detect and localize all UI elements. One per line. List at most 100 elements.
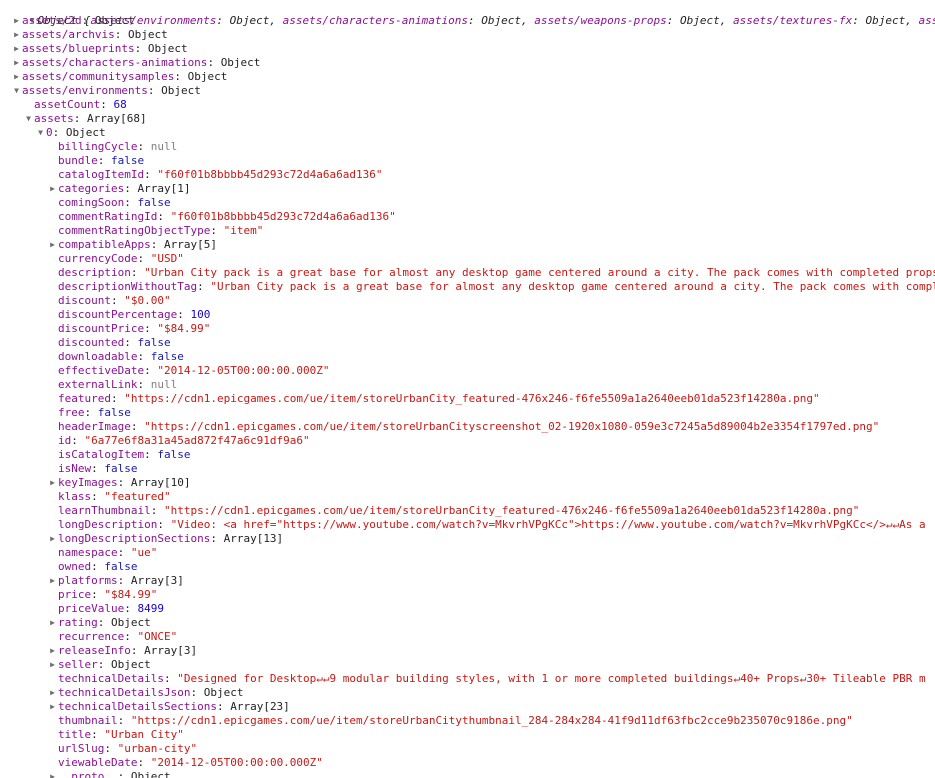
property-key: isCatalogItem bbox=[58, 448, 145, 461]
key-value-separator: : bbox=[97, 658, 111, 671]
property-key: recurrence bbox=[58, 630, 125, 643]
collapse-triangle-icon[interactable]: ▶ bbox=[47, 700, 58, 714]
property-value: Object bbox=[65, 126, 106, 139]
expand-triangle-icon[interactable]: ▼ bbox=[35, 126, 46, 140]
property-value: Object bbox=[161, 84, 201, 97]
property-row[interactable]: ▶ assets/communitysamples: Object bbox=[11, 70, 935, 84]
property-value: Object bbox=[111, 658, 151, 671]
collapse-triangle-icon[interactable]: ▶ bbox=[47, 644, 58, 658]
property-key: title bbox=[58, 728, 92, 741]
property-row: klass: "featured" bbox=[47, 490, 935, 504]
property-key: descriptionWithoutTag bbox=[58, 280, 198, 293]
property-row[interactable]: ▶ assets/archvis: Object bbox=[11, 28, 935, 42]
property-row[interactable]: ▼ 0: Object bbox=[35, 126, 935, 140]
property-value: false bbox=[137, 196, 171, 209]
collapse-triangle-icon[interactable]: ▶ bbox=[11, 14, 22, 28]
property-value: false bbox=[150, 350, 184, 363]
collapse-triangle-icon[interactable]: ▶ bbox=[11, 28, 22, 42]
property-row[interactable]: ▼ assets/environments: Object bbox=[11, 84, 935, 98]
collapse-triangle-icon[interactable]: ▶ bbox=[47, 686, 58, 700]
property-key: namespace bbox=[58, 546, 118, 559]
collapse-triangle-icon[interactable]: ▶ bbox=[11, 56, 22, 70]
key-value-separator: : bbox=[157, 518, 171, 531]
root-object-row[interactable]: ▼ Object {assets/environments: Object, as… bbox=[0, 0, 935, 27]
property-row: learnThumbnail: "https://cdn1.epicgames.… bbox=[47, 504, 935, 518]
property-row[interactable]: ▶ releaseInfo: Array[3] bbox=[47, 644, 935, 658]
key-value-separator: : bbox=[216, 700, 231, 713]
property-key: assets/archvis bbox=[22, 28, 115, 41]
property-row: discountPrice: "$84.99" bbox=[47, 322, 935, 336]
key-value-separator: : bbox=[117, 714, 131, 727]
expand-triangle-icon[interactable]: ▼ bbox=[11, 84, 22, 98]
expand-triangle-icon[interactable]: ▼ bbox=[23, 112, 34, 126]
property-key: technicalDetailsSections bbox=[58, 700, 217, 713]
key-value-separator: : bbox=[97, 154, 111, 167]
property-value: Array[3] bbox=[144, 644, 198, 657]
property-value: Object bbox=[220, 56, 261, 69]
property-row: featured: "https://cdn1.epicgames.com/ue… bbox=[47, 392, 935, 406]
property-row: descriptionWithoutTag: "Urban City pack … bbox=[47, 280, 935, 294]
collapse-triangle-icon[interactable]: ▶ bbox=[47, 182, 58, 196]
property-key: technicalDetails bbox=[58, 672, 164, 685]
property-value: "$0.00" bbox=[124, 294, 171, 307]
property-row: assetCount: 68 bbox=[23, 98, 935, 112]
property-row[interactable]: ▶ assets/blueprints: Object bbox=[11, 42, 935, 56]
key-value-separator: : bbox=[130, 266, 145, 279]
collapse-triangle-icon[interactable]: ▶ bbox=[47, 616, 58, 630]
collapse-triangle-icon[interactable]: ▶ bbox=[47, 574, 58, 588]
property-row: headerImage: "https://cdn1.epicgames.com… bbox=[47, 420, 935, 434]
property-row: viewableDate: "2014-12-05T00:00:00.000Z" bbox=[47, 756, 935, 770]
key-value-separator: : bbox=[137, 252, 151, 265]
property-row[interactable]: ▶ __proto__: Object bbox=[47, 770, 935, 778]
property-key: platforms bbox=[58, 574, 118, 587]
key-value-separator: : bbox=[104, 742, 118, 755]
key-value-separator: : bbox=[174, 70, 188, 83]
property-row[interactable]: ▶ technicalDetailsSections: Array[23] bbox=[47, 700, 935, 714]
collapse-triangle-icon[interactable]: ▶ bbox=[47, 770, 58, 778]
property-value: "f60f01b8bbbb45d293c72d4a6a6ad136" bbox=[170, 210, 396, 223]
property-row[interactable]: ▶ keyImages: Array[10] bbox=[47, 476, 935, 490]
property-row[interactable]: ▼ assets: Array[68] bbox=[23, 112, 935, 126]
property-row[interactable]: ▶ technicalDetailsJson: Object bbox=[47, 686, 935, 700]
key-value-separator: : bbox=[117, 546, 131, 559]
property-row[interactable]: ▶ rating: Object bbox=[47, 616, 935, 630]
collapse-triangle-icon[interactable]: ▶ bbox=[47, 476, 58, 490]
property-row[interactable]: ▶ seller: Object bbox=[47, 658, 935, 672]
property-key: 0 bbox=[46, 126, 53, 139]
collapse-triangle-icon[interactable]: ▶ bbox=[47, 658, 58, 672]
collapse-triangle-icon[interactable]: ▶ bbox=[47, 238, 58, 252]
property-key: isNew bbox=[58, 462, 92, 475]
property-row: discounted: false bbox=[47, 336, 935, 350]
property-key: comingSoon bbox=[58, 196, 125, 209]
collapse-triangle-icon[interactable]: ▶ bbox=[11, 42, 22, 56]
property-row[interactable]: ▶ assets/2d: Object bbox=[11, 14, 935, 28]
key-value-separator: : bbox=[124, 630, 138, 643]
property-key: compatibleApps bbox=[58, 238, 151, 251]
property-value: null bbox=[150, 140, 178, 153]
property-row[interactable]: ▶ categories: Array[1] bbox=[47, 182, 935, 196]
property-row[interactable]: ▶ longDescriptionSections: Array[13] bbox=[47, 532, 935, 546]
property-row: longDescription: "Video: <a href="https:… bbox=[47, 518, 935, 532]
property-value: Array[68] bbox=[87, 112, 147, 125]
collapse-triangle-icon[interactable]: ▶ bbox=[47, 532, 58, 546]
property-value: "Urban City" bbox=[104, 728, 184, 741]
property-row[interactable]: ▶ assets/characters-animations: Object bbox=[11, 56, 935, 70]
key-value-separator: : bbox=[71, 434, 85, 447]
property-row[interactable]: ▶ compatibleApps: Array[5] bbox=[47, 238, 935, 252]
key-value-separator: : bbox=[134, 42, 148, 55]
property-row: isCatalogItem: false bbox=[47, 448, 935, 462]
property-key: longDescription bbox=[58, 518, 158, 531]
property-row[interactable]: ▶ platforms: Array[3] bbox=[47, 574, 935, 588]
property-key: assets/environments bbox=[22, 84, 148, 97]
property-key: discounted bbox=[58, 336, 125, 349]
collapse-triangle-icon[interactable]: ▶ bbox=[11, 70, 22, 84]
key-value-separator: : bbox=[177, 308, 191, 321]
